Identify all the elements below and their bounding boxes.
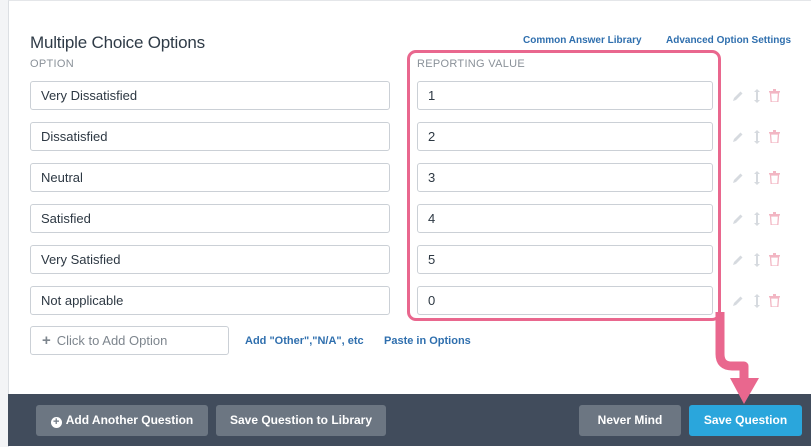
plus-circle-icon: + [50, 417, 62, 428]
row-actions [732, 130, 782, 150]
never-mind-button[interactable]: Never Mind [579, 405, 681, 436]
move-handle-icon[interactable] [752, 89, 762, 103]
pencil-icon[interactable] [732, 212, 744, 224]
option-input[interactable]: Neutral [30, 163, 390, 192]
trash-icon[interactable] [769, 253, 780, 267]
add-other-na-link[interactable]: Add "Other","N/A", etc [245, 335, 364, 347]
plus-icon: + [42, 332, 51, 349]
common-answer-library-link[interactable]: Common Answer Library [523, 35, 642, 46]
option-input[interactable]: Satisfied [30, 204, 390, 233]
paste-in-options-link[interactable]: Paste in Options [384, 335, 471, 347]
row-actions [732, 171, 782, 191]
save-question-to-library-button[interactable]: Save Question to Library [216, 405, 386, 436]
pencil-icon[interactable] [732, 89, 744, 101]
trash-icon[interactable] [769, 130, 780, 144]
option-input[interactable]: Dissatisfied [30, 122, 390, 151]
row-actions [732, 294, 782, 314]
add-option-label: Click to Add Option [56, 333, 168, 348]
trash-icon[interactable] [769, 171, 780, 185]
row-actions [732, 253, 782, 273]
pencil-icon[interactable] [732, 171, 744, 183]
option-input[interactable]: Very Satisfied [30, 245, 390, 274]
pencil-icon[interactable] [732, 294, 744, 306]
trash-icon[interactable] [769, 294, 780, 308]
pencil-icon[interactable] [732, 253, 744, 265]
move-handle-icon[interactable] [752, 130, 762, 144]
move-handle-icon[interactable] [752, 294, 762, 308]
option-column-header: OPTION [30, 58, 74, 70]
trash-icon[interactable] [769, 212, 780, 226]
add-another-question-button[interactable]: + Add Another Question [36, 405, 208, 436]
section-title: Multiple Choice Options [30, 33, 205, 52]
add-another-question-label: Add Another Question [65, 413, 194, 427]
trash-icon[interactable] [769, 89, 780, 103]
save-question-button[interactable]: Save Question [689, 405, 802, 436]
option-input[interactable]: Not applicable [30, 286, 390, 315]
option-input[interactable]: Very Dissatisfied [30, 81, 390, 110]
move-handle-icon[interactable] [752, 253, 762, 267]
move-handle-icon[interactable] [752, 171, 762, 185]
pencil-icon[interactable] [732, 130, 744, 142]
add-option-button[interactable]: + Click to Add Option [30, 326, 229, 355]
row-actions [732, 89, 782, 109]
advanced-option-settings-link[interactable]: Advanced Option Settings [666, 35, 791, 46]
row-actions [732, 212, 782, 232]
move-handle-icon[interactable] [752, 212, 762, 226]
reporting-value-highlight [407, 50, 721, 321]
